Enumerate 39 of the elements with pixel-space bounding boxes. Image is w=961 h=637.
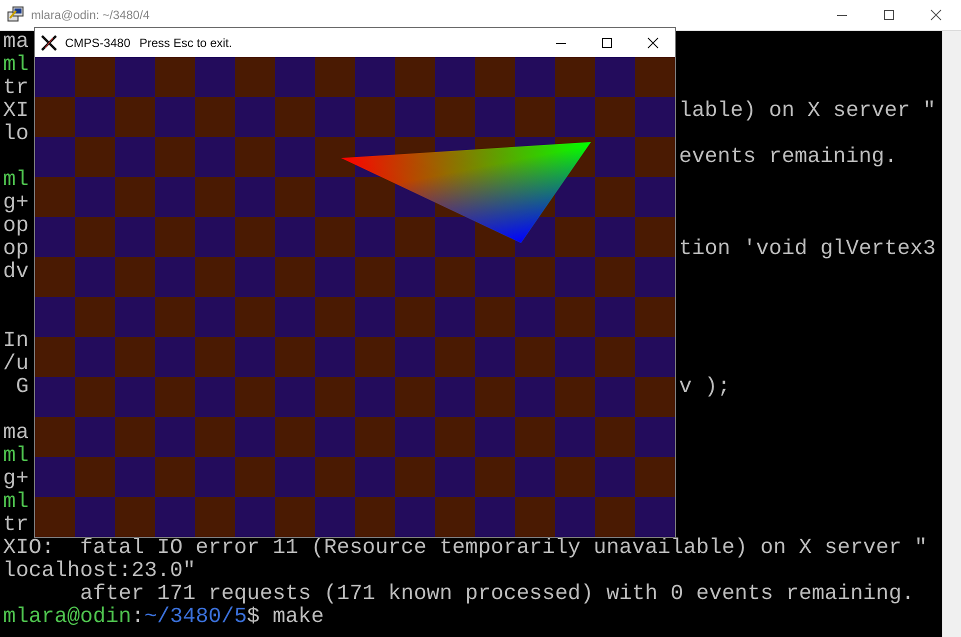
terminal-text: XI (3, 100, 29, 123)
close-icon[interactable] (930, 9, 942, 21)
terminal-text: g+ (3, 468, 29, 491)
terminal-text: ml (3, 445, 29, 468)
maximize-icon[interactable] (883, 9, 895, 21)
terminal-text: ~/3480/5 (144, 606, 247, 629)
terminal-text: G (14, 376, 29, 399)
terminal-text: lo (3, 123, 29, 146)
terminal-text: localhost:23.0" (3, 560, 196, 583)
terminal-app-icon (7, 6, 25, 24)
terminal-text: op (3, 238, 29, 261)
maximize-icon[interactable] (601, 36, 613, 48)
x-logo-icon (41, 34, 57, 50)
window-title: mlara@odin: ~/3480/4 (31, 8, 150, 22)
terminal-text: op (3, 215, 29, 238)
terminal-text: ma (3, 31, 29, 54)
terminal-text: events remaining. (679, 146, 898, 169)
window-subtitle: Press Esc to exit. (139, 36, 232, 50)
terminal-text: In (3, 330, 29, 353)
terminal-text: tr (3, 77, 29, 100)
terminal-text: ma (3, 422, 29, 445)
terminal-text: /u (3, 353, 29, 376)
terminal-text: ml (3, 491, 29, 514)
terminal-text: lable) on X server " (679, 100, 936, 123)
terminal-text: after 171 requests (171 known processed) with 0 events remaining. (79, 583, 914, 606)
terminal-text: tr (3, 514, 29, 537)
close-icon[interactable] (647, 36, 659, 48)
terminal-text: $ make (246, 606, 324, 629)
terminal-text: : (131, 606, 144, 629)
terminal-text: ml (3, 169, 29, 192)
window-title: CMPS-3480 (65, 36, 130, 50)
scrollbar[interactable] (942, 31, 961, 637)
terminal-text: tion 'void glVertex3 (679, 238, 936, 261)
terminal-text: XIO: fatal IO error 11 (Resource temporarily unavailable) on X server " (3, 537, 928, 560)
terminal-text: g+ (3, 192, 29, 215)
terminal-text: dv (3, 261, 29, 284)
terminal-text: v ); (679, 376, 730, 399)
terminal-text: mlara@odin (3, 606, 132, 629)
terminal-text: ml (3, 54, 29, 77)
